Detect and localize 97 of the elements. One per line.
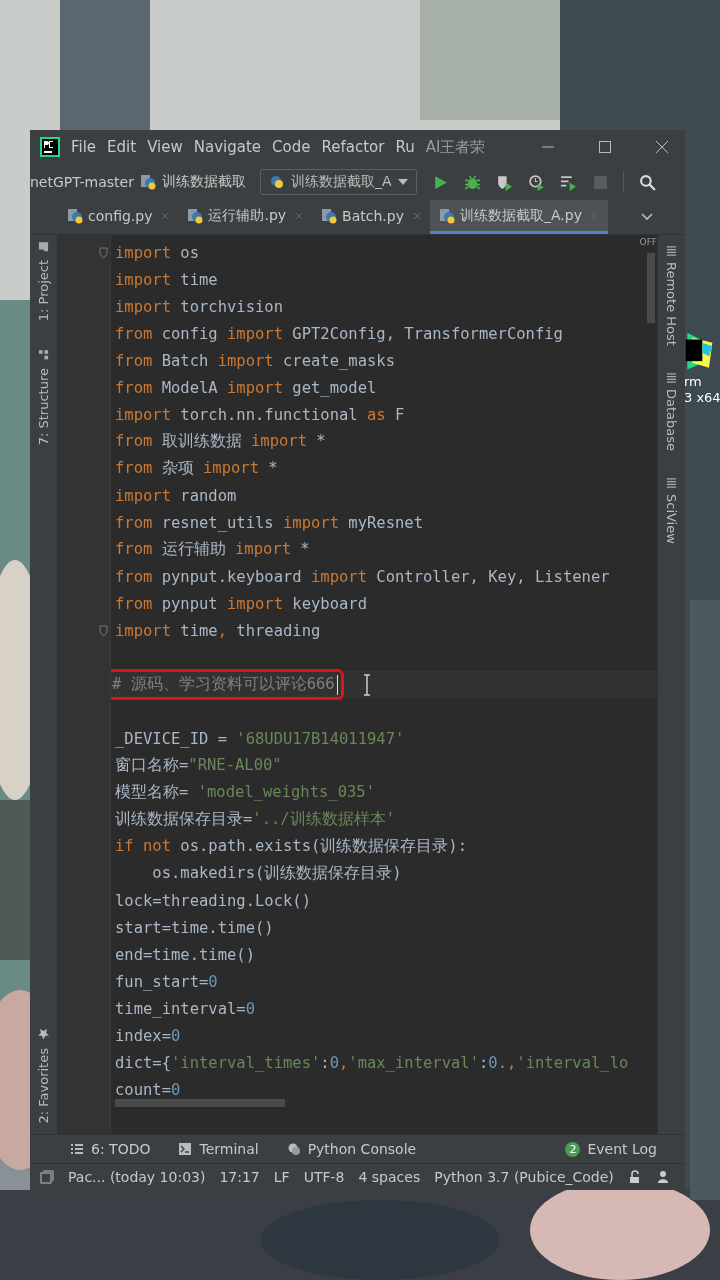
list-icon — [70, 1142, 84, 1156]
inspection-label: OFF — [639, 237, 657, 247]
code-line: from 取训练数据 import * — [115, 431, 326, 452]
code-line: os.makedirs(训练数据保存目录) — [151, 863, 402, 884]
code-line: from config import GPT2Config, TransformerConfig — [115, 324, 563, 343]
code-line: if not os.path.exists(训练数据保存目录): — [115, 836, 467, 857]
code-line: from pynput import keyboard — [115, 594, 367, 613]
status-item[interactable]: Python 3.7 (Pubice_Code) — [434, 1169, 614, 1185]
code-line: time_interval=0 — [115, 999, 255, 1018]
code-line: 窗口名称="RNE-AL00" — [115, 755, 282, 776]
code-line: _DEVICE_ID = '68UDU17B14011947' — [115, 729, 405, 748]
tool-window-tab[interactable]: Database — [664, 371, 679, 451]
python-icon — [268, 174, 285, 190]
list-icon — [666, 371, 677, 383]
search-icon[interactable] — [638, 173, 656, 191]
tool-window-tab[interactable]: SciView — [664, 476, 679, 544]
list-icon — [666, 476, 677, 488]
chevron-down-icon[interactable] — [641, 213, 653, 221]
code-line: fun_start=0 — [115, 972, 218, 991]
maximize-icon[interactable] — [598, 140, 612, 154]
text-caret — [336, 674, 339, 695]
status-item[interactable]: 17:17 — [219, 1169, 260, 1185]
tool-window-button[interactable]: Terminal — [178, 1141, 259, 1157]
file-tab[interactable]: 训练数据截取_A.py — [429, 200, 608, 234]
status-item[interactable]: LF — [273, 1169, 290, 1185]
code-line: end=time.time() — [115, 945, 255, 964]
python-file-icon — [438, 207, 455, 224]
event-log-button[interactable]: 2 Event Log — [565, 1141, 657, 1157]
code-line: index=0 — [115, 1026, 181, 1045]
menu-item[interactable]: Navigate — [193, 138, 262, 156]
code-line: from 杂项 import * — [115, 458, 278, 479]
clock-run-icon[interactable] — [527, 173, 545, 191]
bug-icon[interactable] — [463, 173, 481, 191]
folder-icon — [38, 241, 49, 252]
tool-window-tab[interactable]: 1: Project — [36, 241, 51, 322]
python-file-icon — [187, 207, 204, 224]
status-item[interactable]: UTF-8 — [303, 1169, 345, 1185]
code-line: import torch.nn.functional as F — [115, 405, 405, 424]
menu-item[interactable]: AI王者荣 — [425, 137, 486, 157]
icon-label: rm — [684, 374, 702, 390]
panel-toggle-icon[interactable] — [40, 1170, 54, 1184]
file-tab[interactable]: Batch.py — [312, 200, 430, 234]
structure-icon — [38, 349, 49, 361]
breadcrumb[interactable]: 训练数据截取 — [161, 173, 246, 191]
shield-run-icon[interactable] — [495, 173, 513, 191]
python-file-icon — [67, 207, 83, 224]
code-line: from resnet_utils import myResnet — [115, 513, 423, 532]
horizontal-scrollbar[interactable] — [115, 1099, 285, 1107]
status-item[interactable]: 4 spaces — [358, 1169, 421, 1185]
file-tab[interactable]: config.py — [58, 200, 179, 234]
vertical-scrollbar[interactable] — [647, 253, 655, 323]
code-line: dict={'interval_times':0,'max_interval':0.,'interval_lo — [115, 1053, 629, 1072]
code-line: from pynput.keyboard import Controller, Key, Listener — [115, 567, 610, 586]
menu-item[interactable]: View — [147, 138, 183, 156]
tool-window-button[interactable]: 6: TODO — [70, 1141, 151, 1157]
list-icon — [666, 245, 677, 256]
tool-window-tab[interactable]: Remote Host — [664, 245, 679, 346]
code-line: from Batch import create_masks — [115, 351, 395, 370]
menu-item[interactable]: Ru — [395, 138, 415, 156]
menu-item[interactable]: Refactor — [321, 138, 385, 156]
code-line: import time — [115, 270, 218, 289]
code-line: from ModelA import get_model — [115, 378, 377, 397]
fold-marker-icon[interactable] — [99, 246, 108, 259]
caret-icon — [397, 179, 408, 185]
close-icon[interactable] — [655, 140, 669, 154]
run-config-dropdown[interactable]: 训练数据截取_A — [259, 169, 417, 195]
file-tab[interactable]: 运行辅助.py — [178, 200, 313, 234]
code-line: import random — [115, 486, 237, 505]
icon-label: 3 x64 — [684, 390, 720, 406]
star-icon — [38, 1029, 49, 1041]
terminal-icon — [178, 1142, 193, 1156]
unlock-icon[interactable] — [627, 1170, 642, 1184]
code-line: 模型名称= 'model_weights_035' — [115, 782, 375, 803]
code-line: import os — [115, 243, 199, 262]
python-icon — [286, 1142, 301, 1156]
app-logo-icon — [40, 137, 60, 157]
breadcrumb[interactable]: netGPT-master — [30, 174, 134, 190]
code-line: lock=threading.Lock() — [115, 891, 311, 910]
code-line: from 运行辅助 import * — [115, 539, 310, 560]
code-line: start=time.time() — [115, 918, 274, 937]
tool-window-tab[interactable]: 2: Favorites — [36, 1029, 51, 1124]
code-line: import time, threading — [115, 621, 321, 640]
tool-window-button[interactable]: Python Console — [286, 1141, 417, 1157]
code-line: 训练数据保存目录='../训练数据样本' — [115, 809, 395, 830]
inspector-icon[interactable] — [655, 1170, 670, 1184]
tool-window-tab[interactable]: 7: Structure — [36, 349, 51, 446]
python-file-icon — [139, 174, 156, 190]
menu-item[interactable]: File — [71, 138, 97, 156]
status-item[interactable]: Pac... (today 10:03) — [68, 1169, 206, 1185]
python-file-icon — [321, 207, 338, 224]
ibeam-cursor-icon — [362, 673, 373, 696]
fold-marker-icon[interactable] — [99, 624, 108, 637]
menu-item[interactable]: Edit — [107, 138, 137, 156]
menu-item[interactable]: Code — [272, 138, 311, 156]
code-line: count=0 — [115, 1080, 181, 1099]
run-list-icon[interactable] — [559, 173, 577, 191]
code-line: import torchvision — [115, 297, 283, 316]
